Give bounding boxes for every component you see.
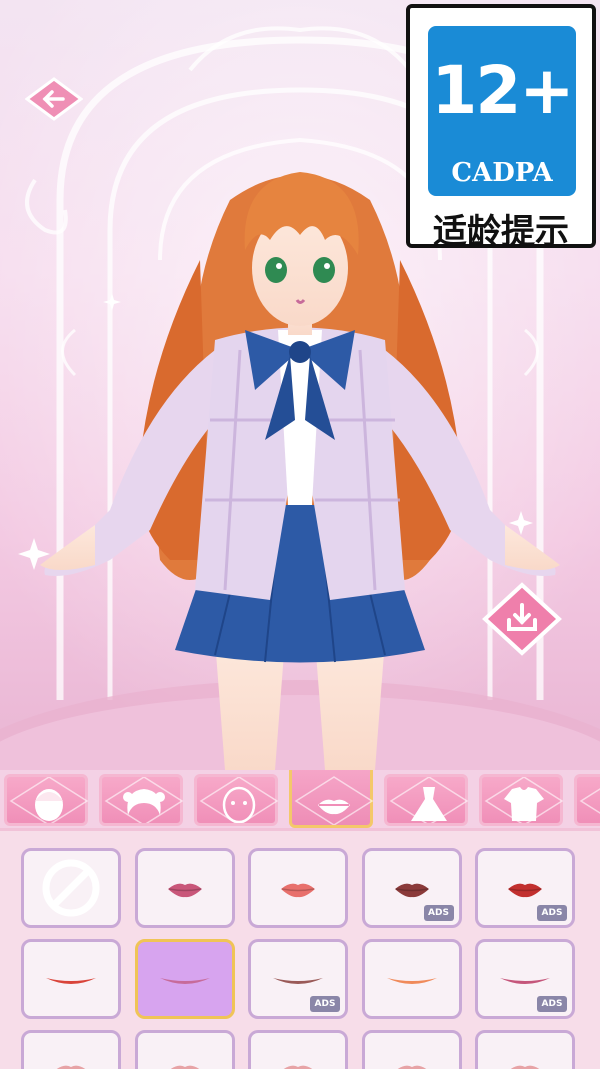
smile-swatch-icon [159, 978, 210, 984]
smile-swatch-icon [500, 978, 550, 984]
dress-icon [411, 787, 447, 821]
tab-hair[interactable] [99, 774, 184, 826]
lip-option[interactable]: ADS [475, 939, 575, 1019]
tab-face-shape[interactable] [4, 774, 89, 826]
lip-option[interactable] [361, 939, 462, 1019]
smile-swatch-icon [46, 978, 96, 984]
age-rating-value: 12+ [431, 52, 574, 129]
lips-swatch-icon [167, 883, 202, 898]
ads-badge: ADS [537, 905, 567, 921]
age-rating-panel: 12+ CADPA [428, 26, 576, 196]
lip-option[interactable] [248, 1030, 348, 1069]
download-button[interactable] [482, 582, 562, 656]
lip-option[interactable] [361, 1030, 462, 1069]
tab-face-features[interactable] [194, 774, 279, 826]
tab-top[interactable] [479, 774, 564, 826]
smile-swatch-icon [386, 978, 437, 984]
age-rating-hint: 适龄提示 [433, 212, 569, 252]
age-rating-org: CADPA [451, 158, 553, 188]
none-icon [42, 859, 100, 917]
lip-option[interactable] [21, 939, 121, 1019]
lip-option[interactable] [134, 939, 235, 1019]
lip-option[interactable] [134, 1030, 235, 1069]
tab-more[interactable] [574, 774, 600, 826]
back-button[interactable] [24, 77, 84, 121]
lip-option[interactable]: ADS [248, 939, 348, 1019]
tab-dress[interactable] [384, 774, 469, 826]
lips-icon [318, 799, 350, 815]
lips-swatch-icon [281, 883, 315, 898]
lip-option[interactable] [21, 1030, 121, 1069]
category-tab-bar [0, 770, 600, 828]
age-rating-badge: 12+ CADPA 适龄提示 [406, 4, 596, 252]
face-detail-icon [222, 786, 256, 823]
hair-icon [123, 789, 165, 815]
tab-lips[interactable] [289, 770, 374, 828]
face-icon [35, 789, 63, 821]
ads-badge: ADS [310, 996, 340, 1012]
lips-swatch-icon [508, 883, 542, 898]
lip-option[interactable]: ADS [475, 848, 575, 928]
lip-option[interactable] [475, 1030, 575, 1069]
lip-options-grid: ADS ADS ADS ADS [0, 828, 600, 1069]
ads-badge: ADS [423, 905, 454, 921]
ads-badge: ADS [537, 996, 567, 1012]
lips-swatch-icon [394, 883, 429, 898]
lip-option[interactable] [134, 848, 235, 928]
smile-swatch-icon [273, 978, 323, 984]
lip-option[interactable]: ADS [361, 848, 462, 928]
lip-option[interactable] [248, 848, 348, 928]
no-lips-option[interactable] [21, 848, 121, 928]
dress-up-stage: 12+ CADPA 适龄提示 [0, 0, 600, 770]
